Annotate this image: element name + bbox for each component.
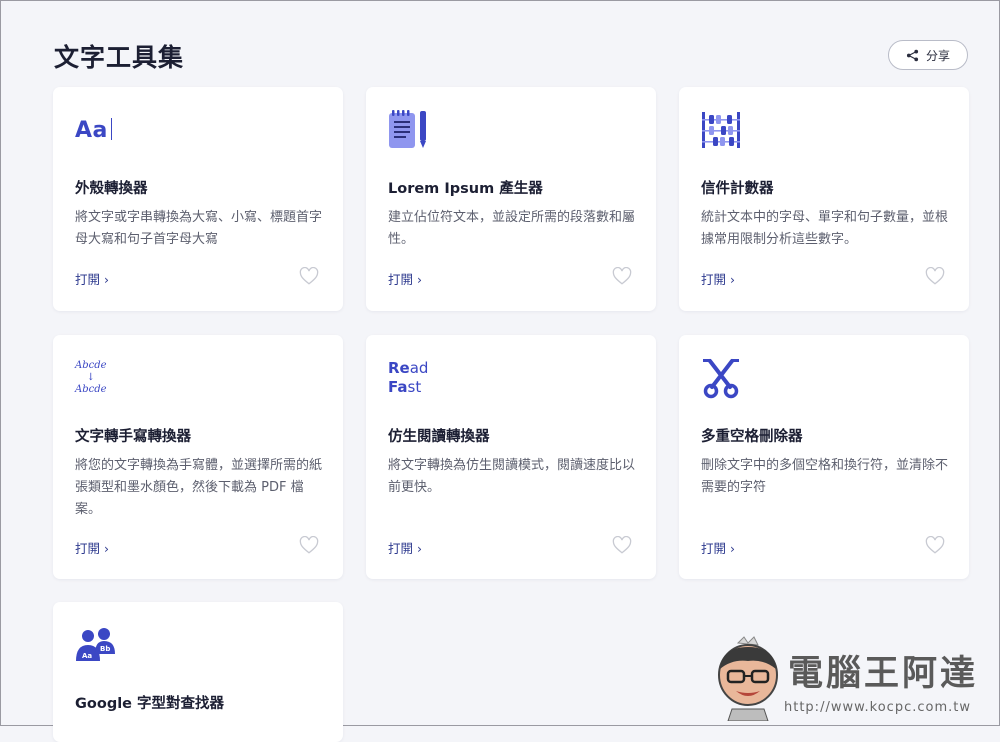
card-title: 文字轉手寫轉換器 [75, 429, 191, 445]
card-description: 將文字或字串轉換為大寫、小寫、標題首字母大寫和句子首字母大寫 [75, 210, 323, 247]
tool-card-space-remover[interactable]: 多重空格刪除器 刪除文字中的多個空格和換行符，並清除不需要的字符 打開 › [679, 335, 969, 579]
scissors-icon [701, 357, 741, 399]
open-link[interactable]: 打開 › [701, 269, 735, 288]
tool-card-lorem-ipsum[interactable]: Lorem Ipsum 產生器 建立佔位符文本，並設定所需的段落數和屬性。 打開… [366, 87, 656, 311]
abacus-icon [701, 109, 741, 151]
open-link[interactable]: 打開 › [75, 269, 109, 288]
handwriting-icon: Abcde ↓ Abcde [75, 360, 107, 395]
open-link[interactable]: 打開 › [75, 538, 109, 557]
card-title: 多重空格刪除器 [701, 429, 803, 445]
svg-text:Bb: Bb [100, 645, 110, 653]
share-icon [906, 49, 919, 61]
tool-card-case-converter[interactable]: Aa 外殼轉換器 將文字或字串轉換為大寫、小寫、標題首字母大寫和句子首字母大寫 … [53, 87, 343, 311]
tool-card-handwriting[interactable]: Abcde ↓ Abcde 文字轉手寫轉換器 將您的文字轉換為手寫體，並選擇所需… [53, 335, 343, 579]
share-button[interactable]: 分享 [888, 40, 968, 70]
tool-card-letter-counter[interactable]: 信件計數器 統計文本中的字母、單字和句子數量，並根據常用限制分析這些數字。 打開… [679, 87, 969, 311]
card-description: 將您的文字轉換為手寫體，並選擇所需的紙張類型和墨水顏色，然後下載為 PDF 檔案… [75, 458, 323, 517]
card-title: 外殼轉換器 [75, 181, 148, 197]
heart-icon[interactable] [299, 536, 319, 554]
card-description: 統計文本中的字母、單字和句子數量，並根據常用限制分析這些數字。 [701, 210, 949, 247]
open-link[interactable]: 打開 › [701, 538, 735, 557]
notepad-pen-icon [388, 109, 430, 151]
watermark-title: 電腦王阿達 [788, 654, 979, 694]
tool-card-font-pair-finder[interactable]: Aa Bb Google 字型對查找器 [53, 602, 343, 742]
heart-icon[interactable] [299, 267, 319, 285]
mascot-icon [718, 636, 778, 721]
card-description: 刪除文字中的多個空格和換行符，並清除不需要的字符 [701, 458, 949, 495]
text-case-icon: Aa [75, 109, 112, 151]
card-description: 將文字轉換為仿生閱讀模式，閱讀速度比以前更快。 [388, 458, 636, 495]
bionic-reading-icon: Read Fast [388, 359, 429, 396]
open-link[interactable]: 打開 › [388, 538, 422, 557]
card-title: Google 字型對查找器 [75, 696, 225, 712]
svg-text:Aa: Aa [82, 652, 92, 660]
card-title: Lorem Ipsum 產生器 [388, 181, 543, 197]
card-description: 建立佔位符文本，並設定所需的段落數和屬性。 [388, 210, 636, 247]
heart-icon[interactable] [612, 267, 632, 285]
heart-icon[interactable] [925, 536, 945, 554]
card-title: 仿生閱讀轉換器 [388, 429, 490, 445]
tool-card-bionic-reading[interactable]: Read Fast 仿生閱讀轉換器 將文字轉換為仿生閱讀模式，閱讀速度比以前更快… [366, 335, 656, 579]
card-title: 信件計數器 [701, 181, 774, 197]
heart-icon[interactable] [612, 536, 632, 554]
watermark-url: http://www.kocpc.com.tw [784, 700, 971, 715]
page-title: 文字工具集 [54, 43, 185, 72]
share-label: 分享 [925, 48, 950, 63]
heart-icon[interactable] [925, 267, 945, 285]
open-link[interactable]: 打開 › [388, 269, 422, 288]
watermark-logo: 電腦王阿達 http://www.kocpc.com.tw [708, 635, 998, 725]
font-pair-icon: Aa Bb [75, 624, 117, 666]
